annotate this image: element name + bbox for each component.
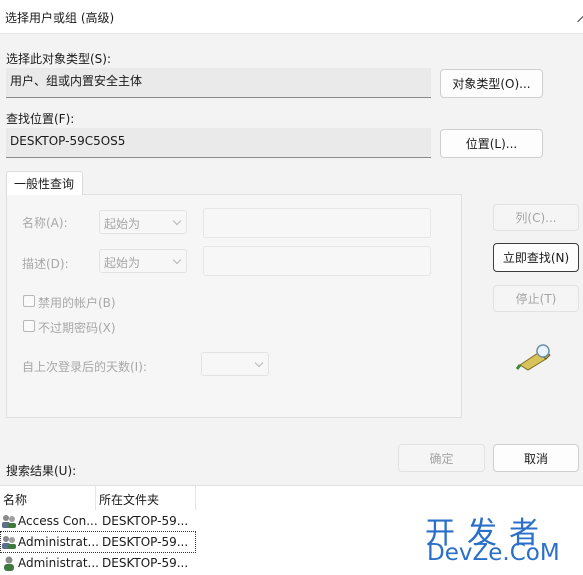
name-label: 名称(A): [22,216,68,230]
ok-button[interactable]: 确定 [398,444,485,472]
object-type-label: 选择此对象类型(S): [6,52,112,66]
user-icon [4,556,14,571]
title-bar: 选择用户或组 (高级) [0,0,583,34]
search-results-label: 搜索结果(U): [6,464,77,478]
table-row[interactable]: Administrat... DESKTOP-59... [0,552,200,574]
object-types-button[interactable]: 对象类型(O)... [440,69,543,98]
tab-general-query[interactable]: 一般性查询 [6,171,83,195]
non-expiring-password-checkbox[interactable] [23,320,35,332]
description-mode-value: 起始为 [104,256,141,270]
name-input[interactable] [203,208,431,238]
chevron-down-icon [254,358,264,368]
row-name: Administrat... [18,535,99,549]
location-field: DESKTOP-59C5OS5 [6,128,431,158]
close-icon[interactable] [571,0,583,34]
cancel-button[interactable]: 取消 [493,444,579,472]
chevron-down-icon [172,216,182,226]
locations-button[interactable]: 位置(L)... [440,129,543,158]
row-folder: DESKTOP-59... [102,535,189,549]
table-row[interactable]: Access Con... DESKTOP-59... [0,510,200,532]
table-row[interactable]: Administrat... DESKTOP-59... [0,531,196,553]
columns-button[interactable]: 列(C)... [493,204,579,231]
days-since-logon-label: 自上次登录后的天数(I): [22,360,147,374]
disabled-accounts-checkbox[interactable] [23,295,35,307]
name-mode-select[interactable]: 起始为 [99,210,187,234]
description-input[interactable] [203,246,431,276]
object-type-field: 用户、组或内置安全主体 [6,68,431,98]
watermark-line2: DevZe.CoM [427,540,560,566]
users-icon [2,536,16,549]
description-label: 描述(D): [22,257,69,271]
find-now-button[interactable]: 立即查找(N) [493,243,579,272]
description-mode-select[interactable]: 起始为 [99,249,187,273]
chevron-down-icon [172,255,182,265]
row-folder: DESKTOP-59... [102,556,189,570]
location-label: 查找位置(F): [6,112,75,126]
disabled-accounts-label: 禁用的帐户(B) [38,296,116,310]
row-name: Administrat... [18,556,99,570]
users-icon [2,515,16,528]
row-name: Access Con... [18,514,98,528]
column-header-folder[interactable]: 所在文件夹 [96,486,196,510]
stop-button[interactable]: 停止(T) [493,285,579,312]
column-header-name[interactable]: 名称 [0,486,96,510]
non-expiring-password-label: 不过期密码(X) [38,321,116,335]
name-mode-value: 起始为 [104,217,141,231]
watermark: 开发者 DevZe.CoM [425,508,583,575]
search-flashlight-icon [516,344,551,371]
row-folder: DESKTOP-59... [102,514,189,528]
window-title: 选择用户或组 (高级) [5,11,115,25]
days-since-logon-select[interactable] [201,352,269,376]
